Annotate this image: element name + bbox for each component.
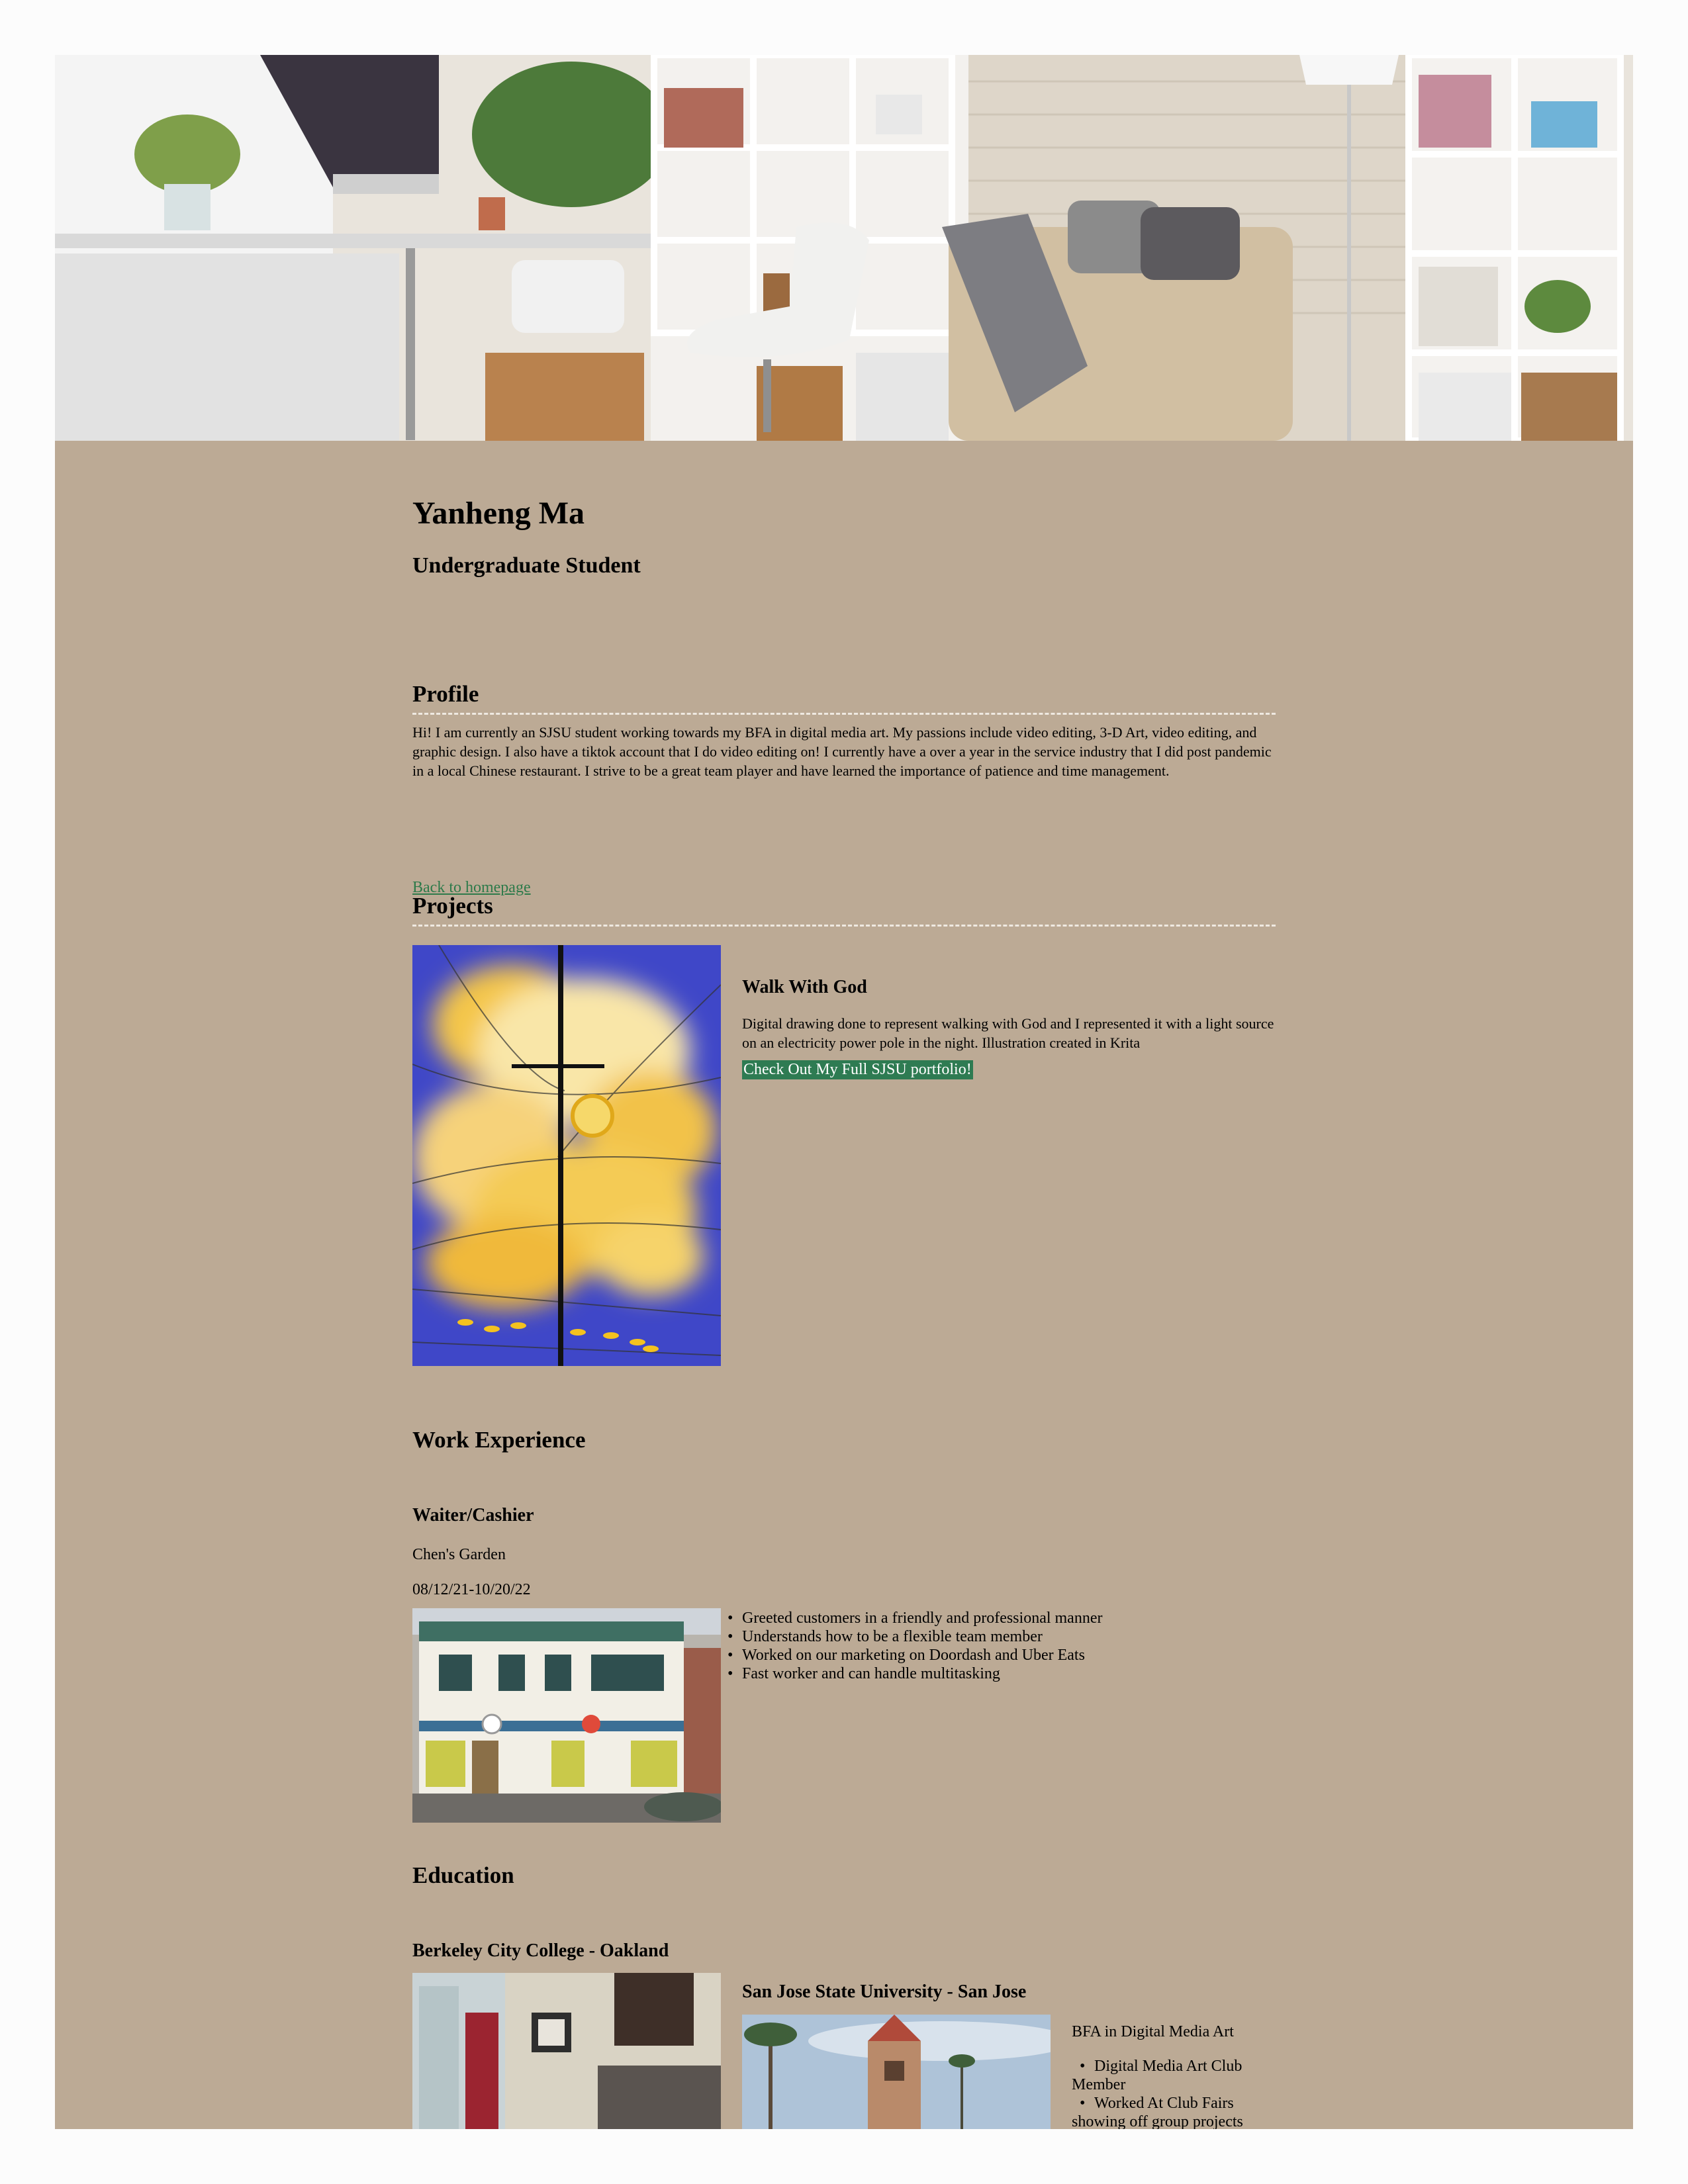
person-subtitle: Undergraduate Student [412,553,641,578]
education-heading: Education [412,1862,514,1888]
list-item: Digital Media Art Club Member [1057,2057,1270,2094]
profile-text: Hi! I am currently an SJSU student worki… [412,724,1272,779]
san-jose-state-tower-image [742,2015,1051,2129]
restaurant-storefront-image [412,1608,721,1823]
job-duties-list: Greeted customers in a friendly and prof… [727,1609,1276,1683]
project-description: Digital drawing done to represent walkin… [742,1015,1274,1051]
list-item: Worked At Club Fairs showing off group p… [1057,2094,1270,2129]
walk-with-god-artwork-image [412,945,721,1366]
list-item: Greeted customers in a friendly and prof… [727,1609,1276,1627]
list-item: Worked on our marketing on Doordash and … [727,1646,1276,1664]
work-experience-heading: Work Experience [412,1427,586,1453]
section-divider [412,925,1276,927]
sjsu-portfolio-button[interactable]: Check Out My Full SJSU portfolio! [742,1060,973,1079]
school-name-sjsu: San Jose State University - San Jose [742,1981,1027,2002]
job-role: Waiter/Cashier [412,1505,534,1525]
page-frame: Yanheng Ma Undergraduate Student Profile… [55,55,1633,2129]
person-name: Yanheng Ma [412,496,585,531]
section-divider [412,713,1276,715]
list-item: Fast worker and can handle multitasking [727,1664,1276,1683]
job-company: Chen's Garden [412,1546,506,1563]
job-dates: 08/12/21-10/20/22 [412,1581,531,1598]
sjsu-degree: BFA in Digital Media Art [1072,2023,1234,2040]
profile-heading: Profile [412,681,479,707]
sjsu-activities-list: Digital Media Art Club Member Worked At … [1057,2057,1270,2129]
school-name-bcc: Berkeley City College - Oakland [412,1940,669,1961]
list-item: Understands how to be a flexible team me… [727,1627,1276,1646]
berkeley-city-college-image [412,1973,721,2129]
project-title: Walk With God [742,977,867,997]
hero-banner-image [55,55,1633,441]
projects-heading: Projects [412,893,493,919]
